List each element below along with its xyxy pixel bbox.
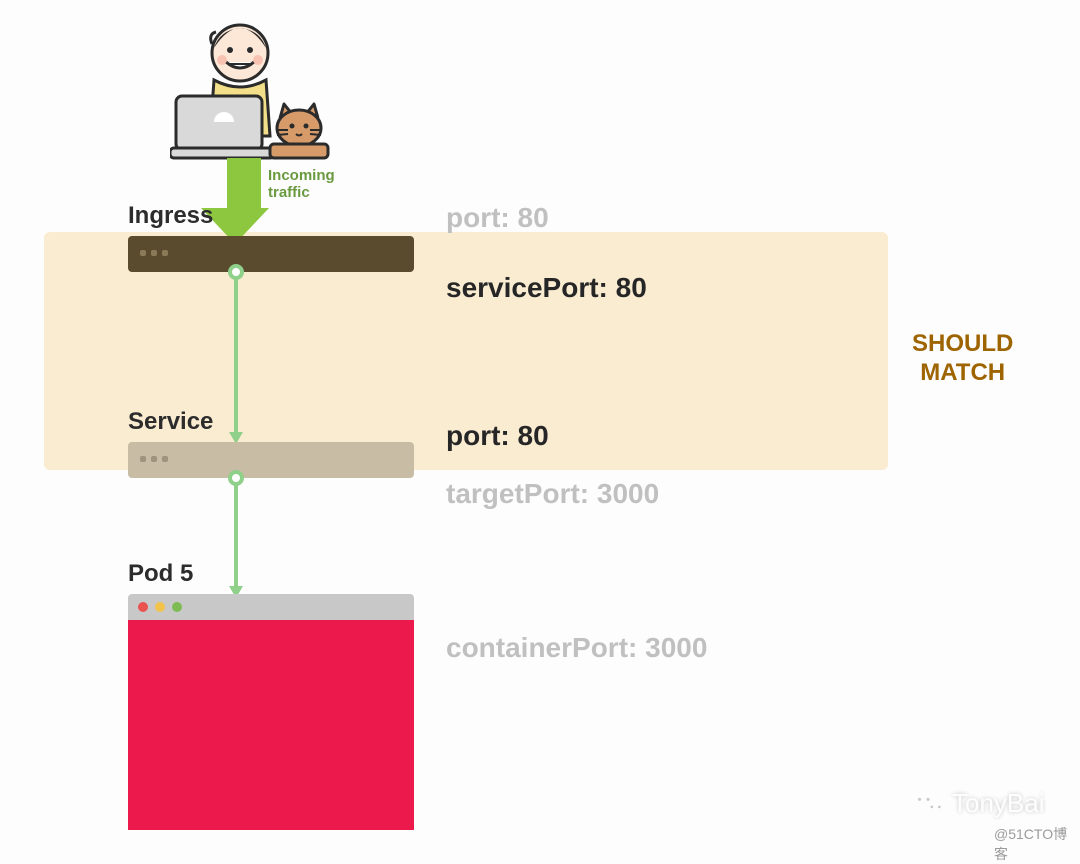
target-port-label: targetPort: 3000: [446, 478, 659, 510]
incoming-traffic-label: Incoming traffic: [268, 168, 348, 201]
ingress-bar-dots: [140, 250, 168, 256]
flow-line-2: [234, 484, 238, 590]
ingress-bar: [128, 236, 414, 272]
user-illustration: [170, 8, 330, 168]
should-match-label: SHOULD MATCH: [912, 330, 1013, 388]
traffic-light-green-icon: [172, 602, 182, 612]
flow-line-1: [234, 278, 238, 436]
service-port-label: servicePort: 80: [446, 272, 647, 304]
service-bar-dots: [140, 456, 168, 462]
traffic-light-red-icon: [138, 602, 148, 612]
watermark-name: TonyBai: [952, 788, 1045, 819]
pod-body: [128, 620, 414, 830]
svc-port-label: port: 80: [446, 420, 549, 452]
incoming-arrow: [218, 158, 269, 244]
watermark-source: @51CTO博客: [994, 824, 1080, 864]
container-port-label: containerPort: 3000: [446, 632, 707, 664]
pod-window: [128, 594, 414, 830]
pod-titlebar: [128, 594, 414, 620]
ingress-port-label: port: 80: [446, 202, 549, 234]
service-bar: [128, 442, 414, 478]
ingress-heading: Ingress: [128, 202, 213, 230]
service-heading: Service: [128, 408, 213, 436]
should-match-text: SHOULD MATCH: [912, 330, 1013, 388]
traffic-light-yellow-icon: [155, 602, 165, 612]
wechat-icon: [912, 790, 946, 827]
pod-heading: Pod 5: [128, 560, 193, 588]
